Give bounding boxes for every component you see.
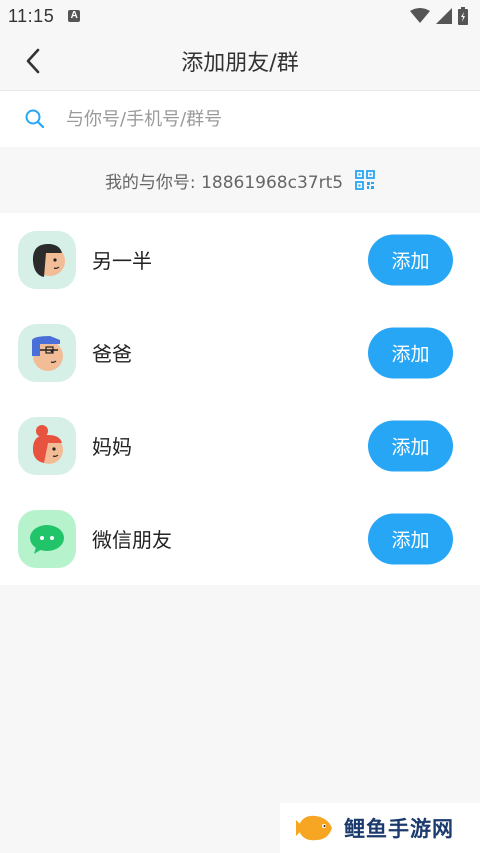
partner-avatar — [18, 230, 76, 289]
man-avatar-icon — [32, 335, 63, 371]
dad-avatar — [18, 323, 76, 382]
woman-red-hair-avatar-icon — [32, 424, 63, 464]
list-item-wechat-friends: 微信朋友 添加 — [0, 492, 480, 585]
page-title: 添加朋友/群 — [181, 51, 299, 76]
header: 添加朋友/群 — [0, 32, 480, 90]
wechat-friends-label: 微信朋友 — [92, 528, 172, 552]
fish-logo-icon — [296, 815, 332, 841]
add-mom-button[interactable]: 添加 — [368, 420, 453, 471]
add-wechat-friends-button[interactable]: 添加 — [368, 513, 453, 564]
wifi-icon — [410, 8, 430, 23]
list-item-partner: 另一半 添加 — [0, 213, 480, 306]
back-button[interactable] — [18, 46, 48, 76]
wechat-icon — [30, 524, 64, 554]
add-partner-button[interactable]: 添加 — [368, 234, 453, 285]
list-item-mom: 妈妈 添加 — [0, 399, 480, 492]
watermark-text: 鲤鱼手游网 — [344, 817, 454, 841]
add-dad-button[interactable]: 添加 — [368, 327, 453, 378]
search-input[interactable] — [64, 107, 428, 131]
mom-avatar — [18, 416, 76, 475]
status-right — [410, 7, 468, 25]
chevron-left-icon — [26, 48, 40, 74]
wechat-avatar — [18, 509, 76, 568]
list-item-dad: 爸爸 添加 — [0, 306, 480, 399]
mom-label: 妈妈 — [92, 435, 132, 459]
battery-icon — [458, 7, 468, 25]
status-time: 11:15 — [8, 5, 55, 26]
signal-icon — [436, 8, 452, 24]
woman-avatar-icon — [32, 243, 65, 277]
notification-icon: A — [68, 10, 81, 22]
qr-code-icon[interactable] — [355, 170, 375, 190]
status-left: 11:15 A — [8, 5, 81, 27]
status-bar: 11:15 A — [0, 0, 480, 32]
my-id-text: 我的与你号: 18861968c37rt5 — [104, 172, 344, 193]
my-id-row: 我的与你号: 18861968c37rt5 — [0, 147, 480, 213]
search-icon — [25, 109, 45, 129]
partner-label: 另一半 — [92, 249, 152, 273]
watermark: 鲤鱼手游网 — [280, 803, 480, 853]
contact-list: 另一半 添加 爸爸 添加 妈妈 添加 微信朋友 添加 — [0, 213, 480, 585]
search-bar[interactable] — [0, 91, 480, 147]
dad-label: 爸爸 — [92, 342, 132, 366]
